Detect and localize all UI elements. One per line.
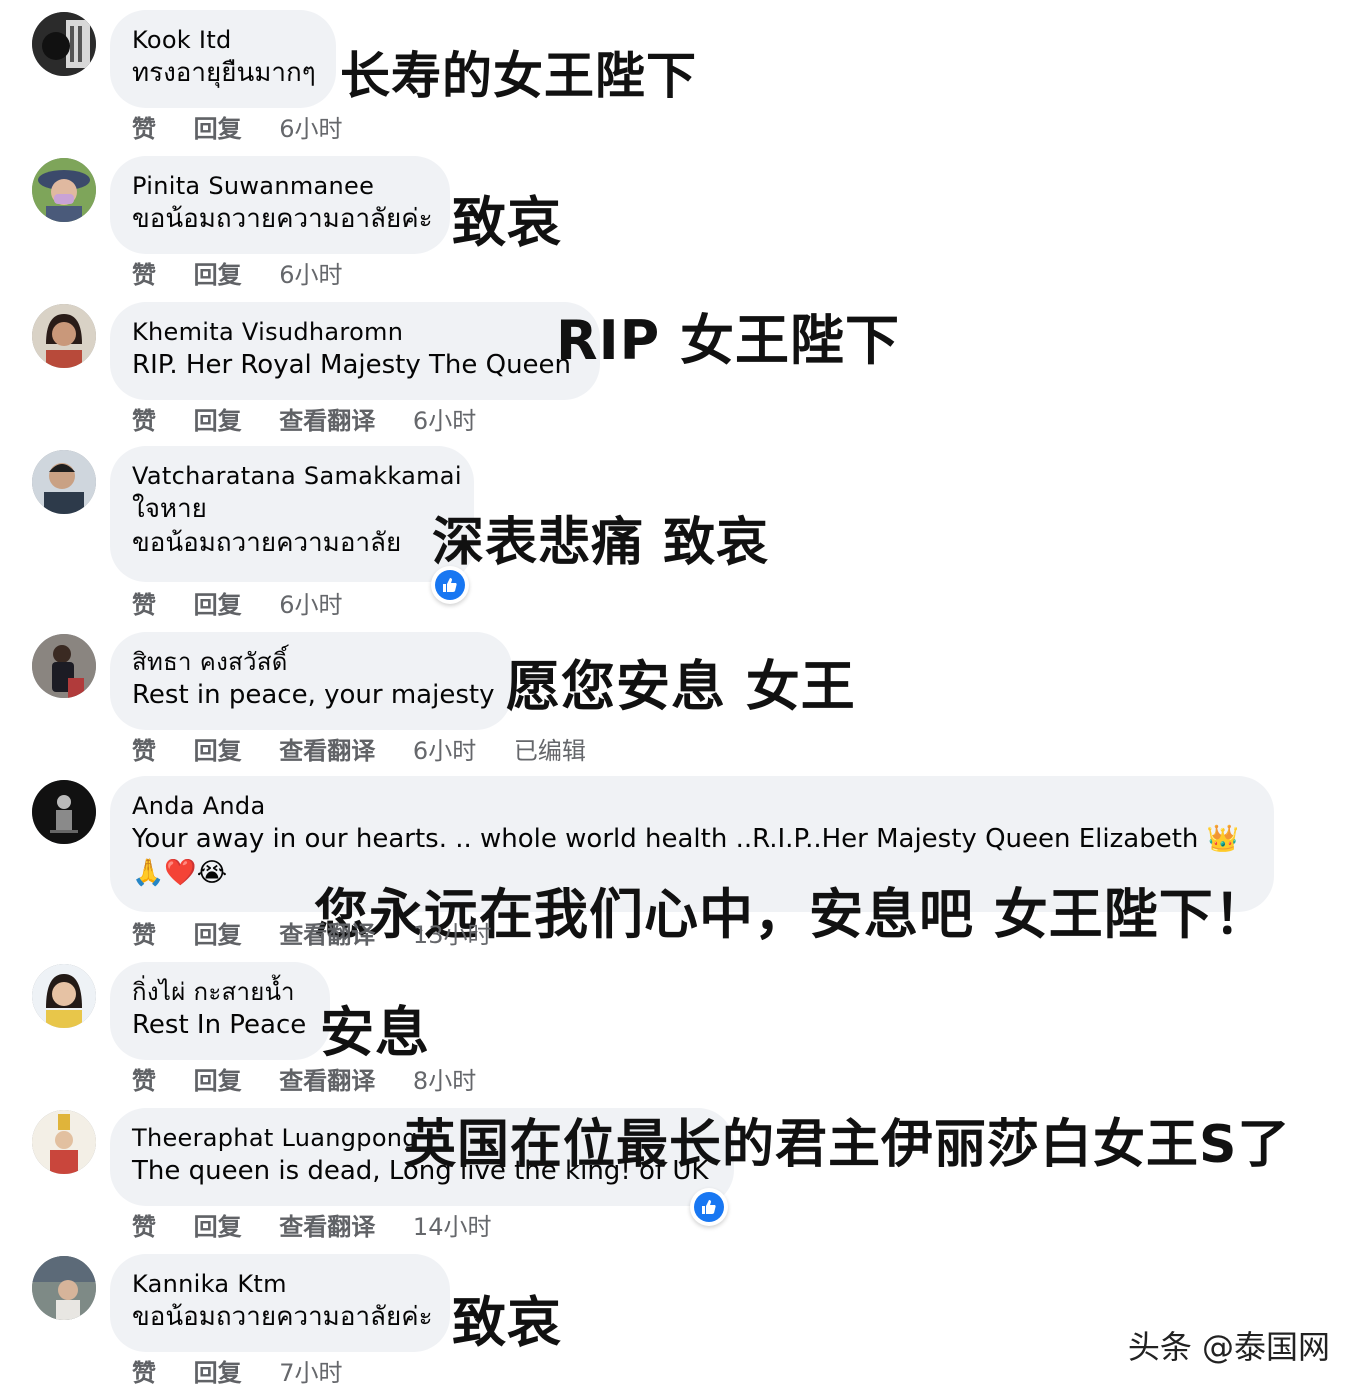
comment-actions: 赞 回复 6小时 xyxy=(132,114,373,144)
comment-actions: 赞 回复 查看翻译 6小时 xyxy=(132,406,506,436)
avatar[interactable] xyxy=(32,1110,96,1174)
commenter-name[interactable]: กิ่งไผ่ กะสายน้ำ xyxy=(132,976,308,1008)
avatar[interactable] xyxy=(32,12,96,76)
like-link[interactable]: 赞 xyxy=(132,1358,156,1388)
reply-link[interactable]: 回复 xyxy=(194,406,242,436)
see-translation-link[interactable]: 查看翻译 xyxy=(279,920,375,950)
commenter-name[interactable]: สิทธา คงสวัสดิ์ xyxy=(132,646,490,678)
translation-caption: 长寿的女王陛下 xyxy=(340,47,697,105)
comment-bubble: Pinita Suwanmanee ขอน้อมถวายความอาลัยค่ะ xyxy=(110,156,450,254)
like-link[interactable]: 赞 xyxy=(132,736,156,766)
like-link[interactable]: 赞 xyxy=(132,590,156,620)
avatar[interactable] xyxy=(32,304,96,368)
see-translation-link[interactable]: 查看翻译 xyxy=(279,406,375,436)
avatar[interactable] xyxy=(32,450,96,514)
comment-text: Rest in peace, your majesty xyxy=(132,680,495,710)
reaction-badge[interactable] xyxy=(690,1188,728,1226)
comment-text: ใจหาย xyxy=(132,494,207,524)
like-reaction-icon xyxy=(694,1192,724,1222)
comment-actions: 赞 回复 查看翻译 14小时 xyxy=(132,1212,521,1242)
reply-link[interactable]: 回复 xyxy=(194,1066,242,1096)
translation-caption: 愿您安息 女王 xyxy=(506,655,856,718)
reply-link[interactable]: 回复 xyxy=(194,920,242,950)
comment-bubble: กิ่งไผ่ กะสายน้ำ Rest In Peace xyxy=(110,962,330,1060)
see-translation-link[interactable]: 查看翻译 xyxy=(279,1066,375,1096)
reply-link[interactable]: 回复 xyxy=(194,736,242,766)
reply-link[interactable]: 回复 xyxy=(194,114,242,144)
translation-caption: 深表悲痛 致哀 xyxy=(432,513,770,573)
edited-label: 已编辑 xyxy=(513,737,586,765)
translation-caption: RIP 女王陛下 xyxy=(556,309,901,372)
comment-bubble: สิทธา คงสวัสดิ์ Rest in peace, your maje… xyxy=(110,632,512,730)
avatar[interactable] xyxy=(32,780,96,844)
timestamp[interactable]: 8小时 xyxy=(413,1066,476,1096)
like-link[interactable]: 赞 xyxy=(132,1212,156,1242)
reply-link[interactable]: 回复 xyxy=(194,590,242,620)
like-link[interactable]: 赞 xyxy=(132,406,156,436)
like-link[interactable]: 赞 xyxy=(132,114,156,144)
timestamp[interactable]: 6小时 xyxy=(279,590,342,620)
commenter-name[interactable]: Anda Anda xyxy=(132,790,1252,822)
commenter-name[interactable]: Khemita Visudharomn xyxy=(132,316,578,348)
comment-text: Your away in our hearts. .. whole world … xyxy=(132,824,1240,854)
like-link[interactable]: 赞 xyxy=(132,1066,156,1096)
commenter-name[interactable]: Kook Itd xyxy=(132,24,314,56)
comment-text: ขอน้อมถวายความอาลัยค่ะ xyxy=(132,204,433,234)
timestamp[interactable]: 13小时 xyxy=(413,920,492,950)
comment-text: ขอน้อมถวายความอาลัยค่ะ xyxy=(132,1302,433,1332)
comment-bubble: Vatcharatana Samakkamai ใจหาย ขอน้อมถวาย… xyxy=(110,446,474,582)
commenter-name[interactable]: Kannika Ktm xyxy=(132,1268,428,1300)
comment-text: ทรงอายุยืนมากๆ xyxy=(132,58,316,88)
comment-actions: 赞 回复 6小时 xyxy=(132,260,373,290)
comment-actions: 赞 回复 查看翻译 8小时 xyxy=(132,1066,506,1096)
reply-link[interactable]: 回复 xyxy=(194,1212,242,1242)
reply-link[interactable]: 回复 xyxy=(194,260,242,290)
translation-caption: 致哀 xyxy=(452,1291,562,1354)
timestamp[interactable]: 6小时 xyxy=(279,114,342,144)
avatar[interactable] xyxy=(32,634,96,698)
comment-actions: 赞 回复 7小时 xyxy=(132,1358,373,1388)
timestamp[interactable]: 6小时 xyxy=(413,736,476,766)
comment-actions: 赞 回复 查看翻译 6小时 已编辑 xyxy=(132,736,616,766)
translation-caption: 致哀 xyxy=(452,191,562,254)
avatar[interactable] xyxy=(32,158,96,222)
translation-caption: 安息 xyxy=(320,1001,430,1064)
like-link[interactable]: 赞 xyxy=(132,920,156,950)
comment-text: RIP. Her Royal Majesty The Queen xyxy=(132,350,572,380)
reply-link[interactable]: 回复 xyxy=(194,1358,242,1388)
comment-actions: 赞 回复 查看翻译 13小时 xyxy=(132,920,521,950)
avatar[interactable] xyxy=(32,964,96,1028)
see-translation-link[interactable]: 查看翻译 xyxy=(279,736,375,766)
commenter-name[interactable]: Vatcharatana Samakkamai xyxy=(132,460,461,492)
see-translation-link[interactable]: 查看翻译 xyxy=(279,1212,375,1242)
comment-bubble: Kannika Ktm ขอน้อมถวายความอาลัยค่ะ xyxy=(110,1254,450,1352)
timestamp[interactable]: 6小时 xyxy=(413,406,476,436)
timestamp[interactable]: 7小时 xyxy=(279,1358,342,1388)
comment-bubble: Kook Itd ทรงอายุยืนมากๆ xyxy=(110,10,336,108)
timestamp[interactable]: 14小时 xyxy=(413,1212,492,1242)
translation-caption: 英国在位最长的君主伊丽莎白女王S了 xyxy=(404,1115,1291,1175)
comment-text: Rest In Peace xyxy=(132,1010,307,1040)
timestamp[interactable]: 6小时 xyxy=(279,260,342,290)
comment-text: ขอน้อมถวายความอาลัย xyxy=(132,528,402,558)
commenter-name[interactable]: Pinita Suwanmanee xyxy=(132,170,428,202)
comment-bubble: Khemita Visudharomn RIP. Her Royal Majes… xyxy=(110,302,600,400)
like-link[interactable]: 赞 xyxy=(132,260,156,290)
watermark: 头条 @泰国网 xyxy=(1127,1328,1330,1366)
comment-actions: 赞 回复 6小时 xyxy=(132,590,373,620)
avatar[interactable] xyxy=(32,1256,96,1320)
